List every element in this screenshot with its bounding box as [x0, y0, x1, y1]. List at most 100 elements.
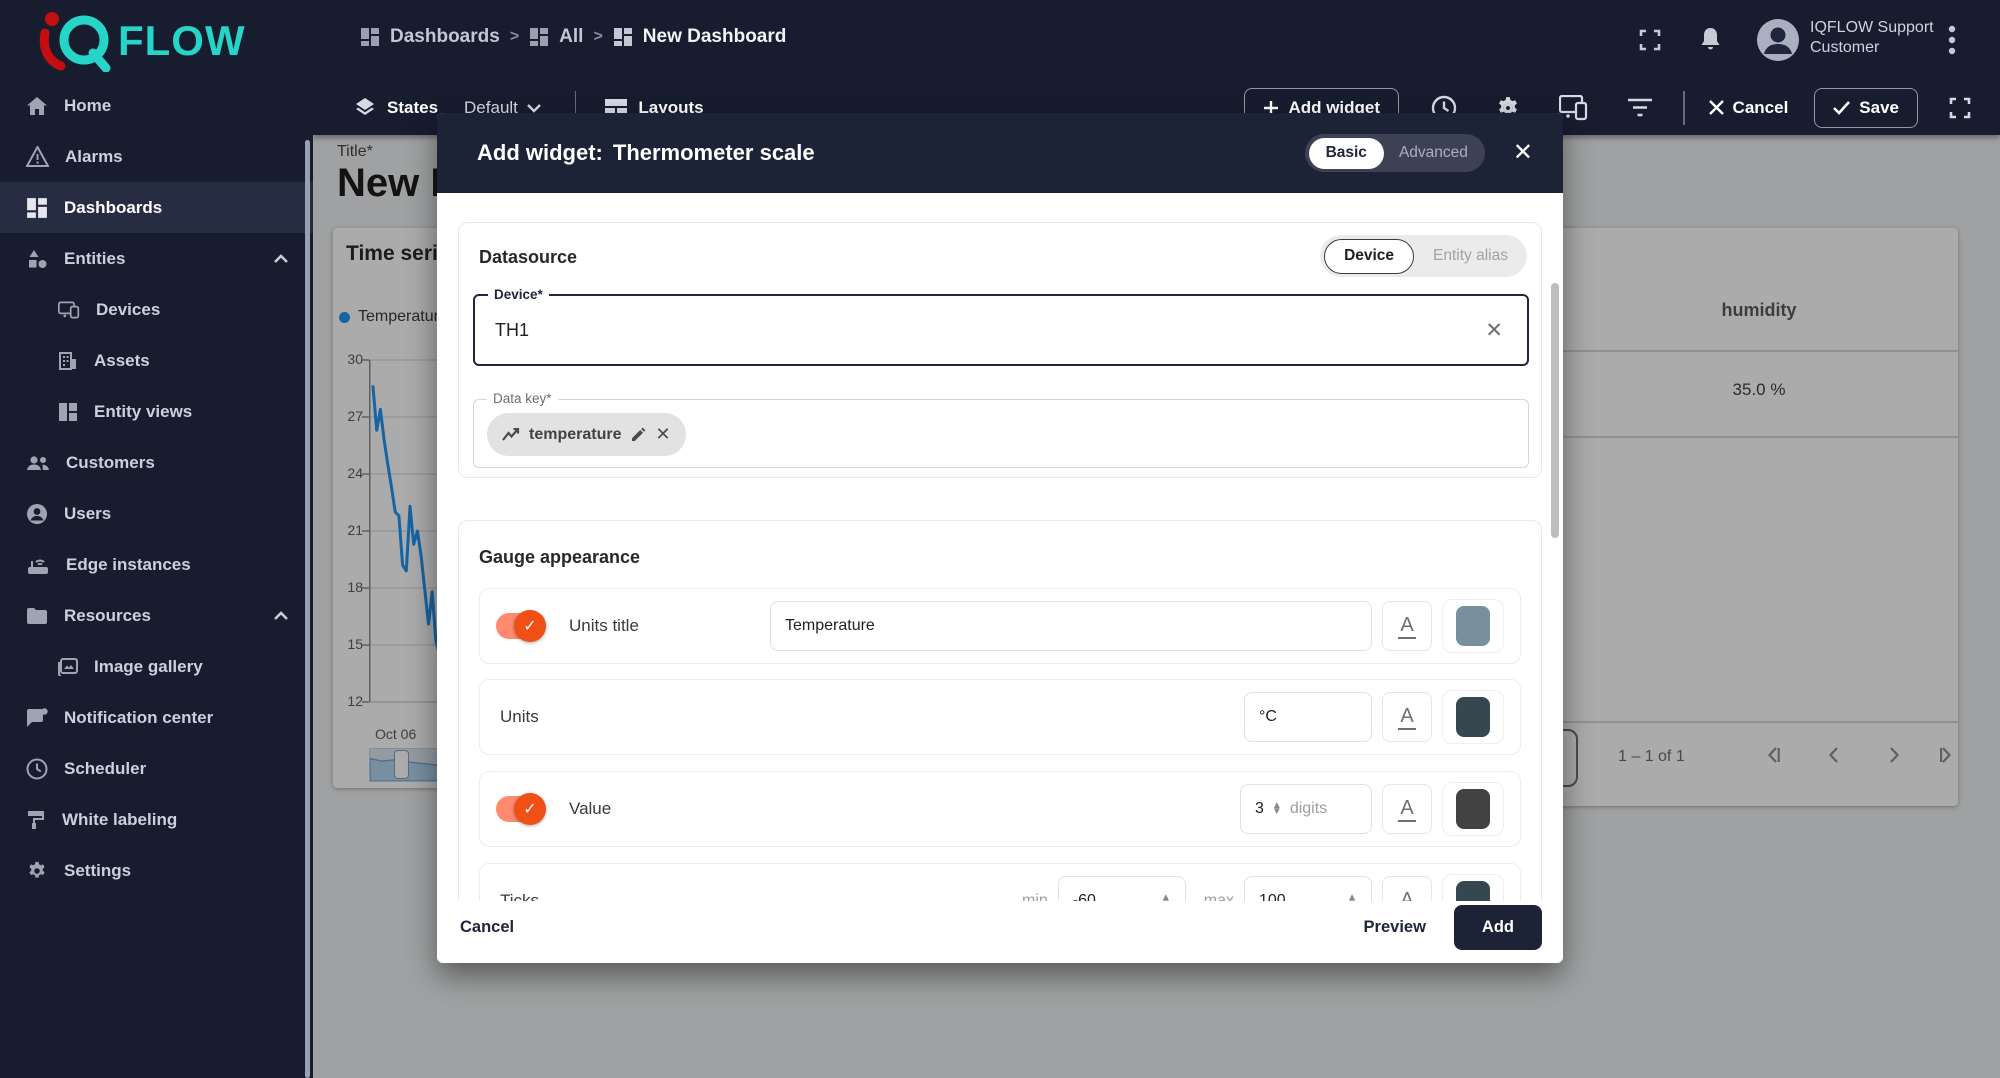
- image-icon: [58, 657, 78, 676]
- datasource-type-entity-alias[interactable]: Entity alias: [1418, 247, 1523, 265]
- notification-message-icon: [26, 707, 48, 728]
- sidebar-item-devices[interactable]: Devices: [0, 284, 313, 335]
- sidebar-item-assets[interactable]: Assets: [0, 335, 313, 386]
- sidebar-scrollbar[interactable]: [305, 140, 310, 1078]
- sidebar-item-image-gallery[interactable]: Image gallery: [0, 641, 313, 692]
- units-row: Units °C A: [479, 679, 1521, 755]
- value-toggle[interactable]: ✓: [496, 793, 546, 825]
- device-field[interactable]: Device* ✕: [473, 287, 1529, 366]
- value-digits-stepper[interactable]: 3 ▲ ▼ digits: [1240, 784, 1372, 834]
- ticks-min-label: min: [1021, 892, 1048, 901]
- sidebar-item-entities[interactable]: Entities: [0, 233, 313, 284]
- user-avatar[interactable]: [1756, 18, 1800, 62]
- dialog-preview-button[interactable]: Preview: [1364, 918, 1426, 937]
- units-title-row: ✓ Units title Temperature A: [479, 588, 1521, 664]
- timeseries-key-icon: [502, 427, 520, 442]
- edit-pencil-icon[interactable]: [630, 427, 646, 443]
- iqflow-logo[interactable]: FLOW: [32, 8, 272, 72]
- units-title-input[interactable]: Temperature: [770, 601, 1372, 651]
- toggle-check-icon: ✓: [514, 610, 546, 642]
- units-title-toggle[interactable]: ✓: [496, 610, 546, 642]
- remove-key-icon[interactable]: ✕: [655, 424, 670, 445]
- units-title-label: Units title: [569, 616, 639, 635]
- notifications-bell-icon[interactable]: [1698, 26, 1723, 53]
- gear-icon: [26, 860, 48, 882]
- stepper-arrows-icon[interactable]: ▲▼: [1272, 800, 1282, 817]
- ticks-max-input[interactable]: 100 ▲▼: [1244, 876, 1372, 901]
- datakey-chip[interactable]: temperature ✕: [487, 413, 686, 456]
- sidebar-item-label: White labeling: [62, 809, 178, 829]
- sidebar-item-scheduler[interactable]: Scheduler: [0, 743, 313, 794]
- value-digits-suffix: digits: [1289, 800, 1328, 817]
- add-widget-dialog: Add widget: Thermometer scale Basic Adva…: [437, 113, 1563, 963]
- router-icon: [26, 555, 50, 575]
- breadcrumb-separator: >: [509, 28, 520, 45]
- units-color-button[interactable]: [1442, 690, 1504, 744]
- sidebar-item-users[interactable]: Users: [0, 488, 313, 539]
- entity-views-icon: [58, 402, 78, 422]
- sidebar-item-entity-views[interactable]: Entity views: [0, 386, 313, 437]
- sidebar-item-alarms[interactable]: Alarms: [0, 131, 313, 182]
- units-value: °C: [1259, 708, 1277, 725]
- sidebar-item-settings[interactable]: Settings: [0, 845, 313, 896]
- value-digits: 3: [1255, 800, 1264, 817]
- app-root: FLOW Dashboards > All > New Dashboard IQ…: [0, 0, 2000, 1078]
- breadcrumb-all[interactable]: All: [559, 26, 583, 48]
- dashboard-icon: [613, 27, 633, 47]
- toggle-check-icon: ✓: [514, 793, 546, 825]
- save-label: Save: [1859, 97, 1899, 117]
- dialog-close-icon[interactable]: ✕: [1513, 141, 1533, 165]
- sidebar-item-customers[interactable]: Customers: [0, 437, 313, 488]
- sidebar-item-home[interactable]: Home: [0, 80, 313, 131]
- units-title-typography-button[interactable]: A: [1382, 601, 1432, 651]
- manage-layouts-devices-icon[interactable]: [1559, 94, 1589, 121]
- sidebar-item-label: Entity views: [94, 401, 193, 421]
- dialog-body: Datasource Device Entity alias Device* ✕…: [437, 193, 1563, 901]
- units-title-color-button[interactable]: [1442, 599, 1504, 653]
- datakey-field[interactable]: Data key* temperature ✕: [473, 391, 1529, 468]
- value-color-button[interactable]: [1442, 782, 1504, 836]
- chevron-down-icon: [527, 103, 541, 113]
- device-input[interactable]: [495, 296, 1395, 364]
- sidebar-item-label: Image gallery: [94, 656, 203, 676]
- breadcrumb: Dashboards > All > New Dashboard: [360, 26, 786, 48]
- chevron-up-icon: [273, 253, 289, 264]
- cancel-edit-button[interactable]: Cancel: [1708, 98, 1788, 118]
- fullscreen-icon[interactable]: [1638, 28, 1662, 52]
- dialog-title: Thermometer scale: [612, 140, 815, 165]
- dialog-scrollbar[interactable]: [1551, 283, 1559, 538]
- sidebar-item-label: Notification center: [64, 707, 214, 727]
- units-color-swatch: [1456, 697, 1490, 737]
- datakey-field-label: Data key*: [487, 391, 558, 406]
- sidebar-item-dashboards[interactable]: Dashboards: [0, 182, 313, 233]
- value-typography-button[interactable]: A: [1382, 784, 1432, 834]
- fullscreen-icon[interactable]: [1948, 96, 1972, 120]
- units-typography-button[interactable]: A: [1382, 692, 1432, 742]
- sidebar-item-edge-instances[interactable]: Edge instances: [0, 539, 313, 590]
- ticks-color-button[interactable]: [1442, 874, 1504, 901]
- kebab-menu-icon[interactable]: [1948, 24, 1956, 56]
- user-info[interactable]: IQFLOW Support Customer: [1810, 18, 1934, 58]
- sidebar-item-label: Resources: [64, 605, 151, 625]
- customers-people-icon: [26, 454, 50, 472]
- sidebar-item-white-labeling[interactable]: White labeling: [0, 794, 313, 845]
- dialog-cancel-button[interactable]: Cancel: [460, 918, 514, 937]
- save-button[interactable]: Save: [1814, 87, 1918, 128]
- tab-basic[interactable]: Basic: [1308, 137, 1384, 169]
- ticks-min-input[interactable]: -60 ▲▼: [1057, 876, 1186, 901]
- units-title-value: Temperature: [785, 617, 875, 634]
- clear-device-icon[interactable]: ✕: [1485, 318, 1503, 343]
- breadcrumb-dashboards[interactable]: Dashboards: [390, 26, 500, 48]
- dialog-add-button[interactable]: Add: [1453, 904, 1542, 950]
- ticks-typography-button[interactable]: A: [1382, 876, 1432, 901]
- datasource-heading: Datasource: [479, 247, 578, 267]
- sidebar-item-resources[interactable]: Resources: [0, 590, 313, 641]
- states-layers-icon: [353, 96, 377, 120]
- sidebar-item-notification-center[interactable]: Notification center: [0, 692, 313, 743]
- ticks-min-value: -60: [1072, 892, 1096, 901]
- filter-icon[interactable]: [1627, 98, 1653, 118]
- datasource-type-device[interactable]: Device: [1324, 238, 1415, 274]
- tab-advanced[interactable]: Advanced: [1386, 144, 1481, 162]
- units-input[interactable]: °C: [1244, 692, 1372, 742]
- dialog-title-prefix: Add widget:: [477, 140, 603, 165]
